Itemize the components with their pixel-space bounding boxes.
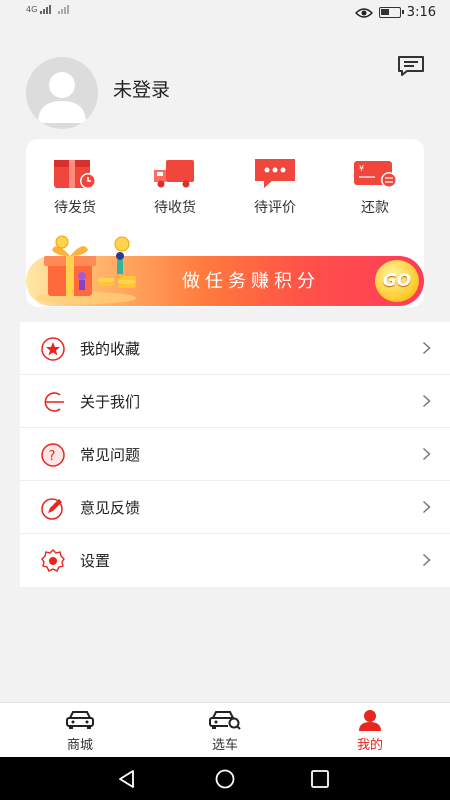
settings-menu: 我的收藏 关于我们 ? 常见问题 意见反馈 设置 bbox=[20, 322, 450, 587]
signal-icon bbox=[39, 5, 51, 14]
order-repayment[interactable]: ¥ 还款 bbox=[330, 157, 420, 217]
tab-label: 选车 bbox=[211, 738, 238, 753]
car-search-icon bbox=[209, 711, 241, 730]
network-label: 4G bbox=[26, 5, 38, 14]
svg-text:¥: ¥ bbox=[359, 164, 364, 173]
order-pending-shipment[interactable]: 待发货 bbox=[30, 157, 120, 217]
star-icon bbox=[41, 337, 65, 361]
eye-icon bbox=[354, 7, 373, 18]
recent-apps-icon[interactable] bbox=[308, 767, 332, 791]
menu-item-about[interactable]: 关于我们 bbox=[20, 375, 450, 428]
home-circle-icon[interactable] bbox=[213, 767, 237, 791]
menu-label: 关于我们 bbox=[80, 393, 141, 411]
username-label[interactable]: 未登录 bbox=[113, 75, 170, 102]
system-nav-bar bbox=[0, 757, 450, 800]
clock: 3:16 bbox=[406, 5, 436, 20]
order-label: 待评价 bbox=[254, 200, 296, 216]
settings-gear-icon bbox=[41, 549, 65, 572]
menu-label: 我的收藏 bbox=[80, 340, 141, 358]
menu-label: 意见反馈 bbox=[80, 499, 141, 517]
tab-label: 商城 bbox=[66, 738, 93, 753]
go-button[interactable]: GO bbox=[375, 260, 419, 302]
chevron-right-icon bbox=[422, 394, 431, 408]
tab-select-car[interactable]: 选车 bbox=[185, 709, 265, 753]
order-label: 还款 bbox=[361, 200, 389, 216]
signal-2-icon bbox=[58, 5, 70, 14]
feedback-pencil-icon bbox=[41, 498, 63, 520]
order-label: 待发货 bbox=[54, 200, 96, 216]
menu-label: 设置 bbox=[80, 552, 111, 570]
about-us-icon bbox=[44, 392, 64, 412]
question-icon: ? bbox=[41, 443, 65, 467]
gift-illustration-icon bbox=[36, 235, 136, 304]
tab-label: 我的 bbox=[356, 738, 383, 753]
chevron-right-icon bbox=[422, 553, 431, 567]
menu-label: 常见问题 bbox=[80, 446, 141, 464]
default-avatar-icon bbox=[38, 72, 86, 123]
menu-item-favorites[interactable]: 我的收藏 bbox=[20, 322, 450, 375]
car-front-icon bbox=[66, 711, 94, 729]
status-right: 3:16 bbox=[354, 5, 436, 20]
delivery-truck-icon bbox=[154, 160, 194, 188]
repayment-card-icon: ¥ bbox=[354, 161, 397, 188]
menu-item-settings[interactable]: 设置 bbox=[20, 534, 450, 587]
bottom-tab-bar: 商城 选车 我的 bbox=[0, 702, 450, 757]
comment-bubble-icon bbox=[255, 159, 295, 188]
battery-icon bbox=[378, 7, 404, 18]
svg-text:?: ? bbox=[49, 449, 56, 464]
avatar[interactable] bbox=[26, 57, 98, 129]
user-icon bbox=[359, 710, 381, 731]
menu-item-feedback[interactable]: 意见反馈 bbox=[20, 481, 450, 534]
task-points-banner[interactable]: 做任务赚积分 GO bbox=[26, 232, 424, 308]
order-label: 待收货 bbox=[154, 200, 196, 216]
order-pending-review[interactable]: 待评价 bbox=[230, 157, 320, 217]
back-triangle-icon[interactable] bbox=[115, 767, 139, 791]
banner-title: 做任务赚积分 bbox=[182, 271, 320, 292]
tab-mall[interactable]: 商城 bbox=[40, 709, 120, 753]
menu-item-faq[interactable]: ? 常见问题 bbox=[20, 428, 450, 481]
tab-mine[interactable]: 我的 bbox=[330, 709, 410, 753]
chevron-right-icon bbox=[422, 447, 431, 461]
order-pending-receipt[interactable]: 待收货 bbox=[130, 157, 220, 217]
signal-indicator: 4G bbox=[26, 5, 74, 14]
chevron-right-icon bbox=[422, 341, 431, 355]
chevron-right-icon bbox=[422, 500, 431, 514]
message-icon[interactable] bbox=[397, 55, 425, 77]
package-calendar-icon bbox=[54, 160, 96, 189]
status-bar: 4G 3:16 bbox=[0, 0, 450, 26]
